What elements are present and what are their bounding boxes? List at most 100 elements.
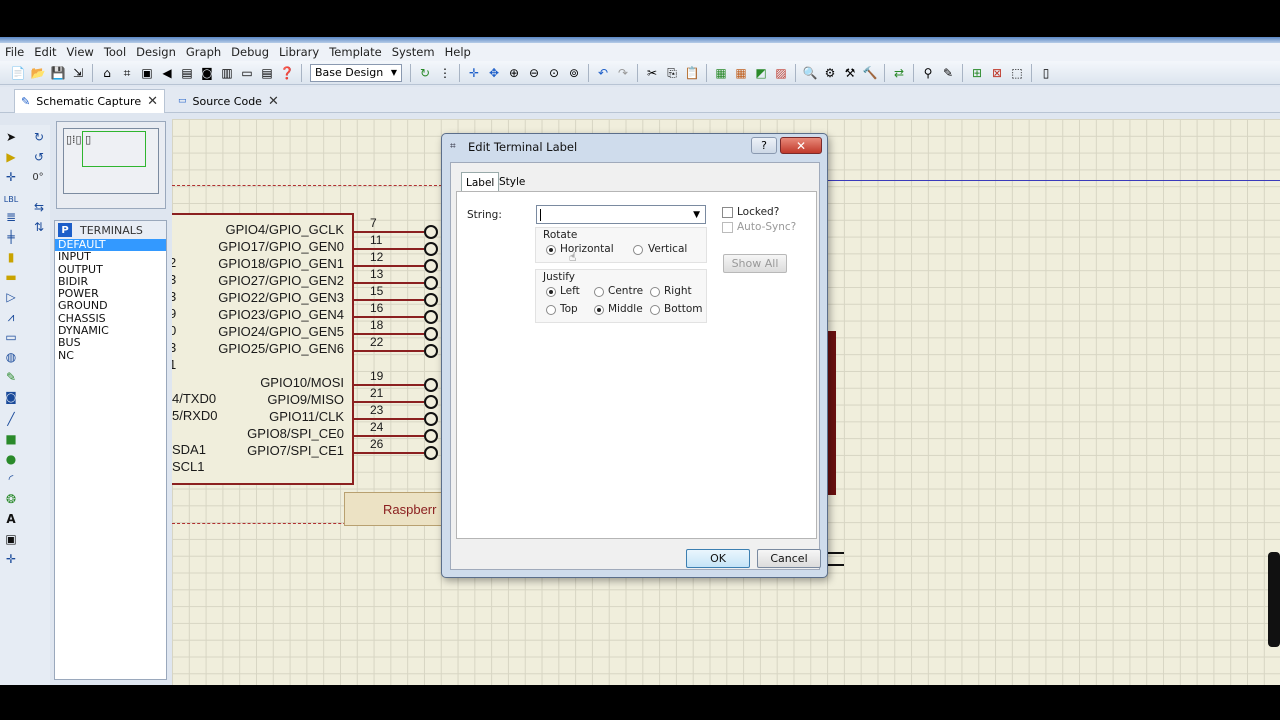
zoom-in-icon[interactable]: ⊕ bbox=[506, 65, 522, 81]
voltage-probe-icon[interactable]: ✎ bbox=[3, 369, 19, 385]
close-button[interactable]: ✕ bbox=[780, 137, 822, 154]
decompose-icon[interactable]: 🔨 bbox=[862, 65, 878, 81]
list-item[interactable]: INPUT bbox=[55, 250, 166, 263]
overview-window[interactable]: ▯⁞▯ ▯ bbox=[56, 121, 166, 209]
tab-schematic-capture[interactable]: ✎ Schematic Capture ✕ bbox=[14, 89, 166, 113]
pin-terminal[interactable] bbox=[424, 259, 438, 273]
pin-terminal[interactable] bbox=[424, 344, 438, 358]
search-tag-icon[interactable]: ⚲ bbox=[920, 65, 936, 81]
pin-terminal[interactable] bbox=[424, 293, 438, 307]
notes-icon[interactable]: ▤ bbox=[259, 65, 275, 81]
library-icon[interactable]: ▥ bbox=[219, 65, 235, 81]
locked-checkbox[interactable] bbox=[722, 207, 733, 218]
radio-centre[interactable] bbox=[594, 287, 604, 297]
pin-terminal[interactable] bbox=[424, 429, 438, 443]
save-icon[interactable]: 💾 bbox=[50, 65, 66, 81]
block-delete-icon[interactable]: ▨ bbox=[773, 65, 789, 81]
pin-terminal[interactable] bbox=[424, 225, 438, 239]
middle-label[interactable]: Middle bbox=[608, 303, 643, 315]
menu-view[interactable]: View bbox=[62, 45, 99, 59]
left-label[interactable]: Left bbox=[560, 285, 580, 297]
wire-autorouter-icon[interactable]: ⇄ bbox=[891, 65, 907, 81]
design-explorer-icon[interactable]: ▭ bbox=[239, 65, 255, 81]
radio-middle[interactable] bbox=[594, 305, 604, 315]
menu-design[interactable]: Design bbox=[131, 45, 181, 59]
pin-terminal[interactable] bbox=[424, 242, 438, 256]
packaging-icon[interactable]: ⚒ bbox=[842, 65, 858, 81]
import-icon[interactable]: ⇲ bbox=[70, 65, 86, 81]
menu-help[interactable]: Help bbox=[440, 45, 476, 59]
pin-terminal[interactable] bbox=[424, 395, 438, 409]
grid-icon[interactable]: ⋮ bbox=[437, 65, 453, 81]
bus-icon[interactable]: ╪ bbox=[3, 229, 19, 245]
locked-label[interactable]: Locked? bbox=[737, 206, 779, 218]
bom-icon[interactable]: ▣ bbox=[139, 65, 155, 81]
pin-terminal[interactable] bbox=[424, 276, 438, 290]
generator-icon[interactable]: ◍ bbox=[3, 349, 19, 365]
junction-icon[interactable]: ✛ bbox=[3, 169, 19, 185]
close-icon[interactable]: ✕ bbox=[268, 94, 279, 109]
netlist-icon[interactable]: ⌗ bbox=[119, 65, 135, 81]
help-icon[interactable]: ❓ bbox=[279, 65, 295, 81]
bottom-label[interactable]: Bottom bbox=[664, 303, 703, 315]
back-icon[interactable]: ◀ bbox=[159, 65, 175, 81]
copy-icon[interactable]: ⎘ bbox=[664, 65, 680, 81]
cut-icon[interactable]: ✂ bbox=[644, 65, 660, 81]
box-icon[interactable]: ■ bbox=[3, 431, 19, 447]
list-item[interactable]: GROUND bbox=[55, 300, 166, 313]
subcircuit-icon[interactable]: ▮ bbox=[3, 249, 19, 265]
zoom-all-icon[interactable]: ⊙ bbox=[546, 65, 562, 81]
block-move-icon[interactable]: ▦ bbox=[733, 65, 749, 81]
pin-terminal[interactable] bbox=[424, 412, 438, 426]
show-all-button[interactable]: Show All bbox=[723, 254, 787, 273]
help-button[interactable]: ? bbox=[751, 137, 777, 154]
pick-device-icon[interactable]: 🔍 bbox=[802, 65, 818, 81]
pin-terminal[interactable] bbox=[424, 310, 438, 324]
refresh-icon[interactable]: ↻ bbox=[417, 65, 433, 81]
ok-button[interactable]: OK bbox=[686, 549, 750, 568]
cancel-button[interactable]: Cancel bbox=[757, 549, 821, 568]
device-pin-icon[interactable]: ▷ bbox=[3, 289, 19, 305]
right-label[interactable]: Right bbox=[664, 285, 692, 297]
virtual-instrument-icon[interactable]: ◙ bbox=[3, 389, 19, 405]
pcb-icon[interactable]: ▤ bbox=[179, 65, 195, 81]
menu-system[interactable]: System bbox=[387, 45, 440, 59]
circle-icon[interactable]: ● bbox=[3, 451, 19, 467]
pin-terminal[interactable] bbox=[424, 378, 438, 392]
rotate-anticlockwise-icon[interactable]: ↺ bbox=[31, 149, 47, 165]
tape-recorder-icon[interactable]: ▭ bbox=[3, 329, 19, 345]
arc-icon[interactable]: ◜ bbox=[3, 471, 19, 487]
mirror-x-icon[interactable]: ⇆ bbox=[31, 199, 47, 215]
pick-badge[interactable]: P bbox=[58, 223, 72, 237]
rotate-clockwise-icon[interactable]: ↻ bbox=[31, 129, 47, 145]
new-sheet-icon[interactable]: ⊞ bbox=[969, 65, 985, 81]
report-icon[interactable]: ▯ bbox=[1038, 65, 1054, 81]
path-icon[interactable]: ❂ bbox=[3, 491, 19, 507]
overview-viewport[interactable] bbox=[82, 131, 146, 167]
parent-sheet-icon[interactable]: ⬚ bbox=[1009, 65, 1025, 81]
close-icon[interactable]: ✕ bbox=[147, 94, 158, 109]
radio-left[interactable] bbox=[546, 287, 556, 297]
tab-style[interactable]: Style bbox=[495, 172, 529, 192]
top-label[interactable]: Top bbox=[560, 303, 578, 315]
design-combo[interactable]: Base Design ▼ bbox=[310, 63, 402, 82]
radio-top[interactable] bbox=[546, 305, 556, 315]
tab-label[interactable]: Label bbox=[461, 172, 500, 192]
menu-graph[interactable]: Graph bbox=[181, 45, 226, 59]
pan-icon[interactable]: ✥ bbox=[486, 65, 502, 81]
text-icon[interactable]: A bbox=[3, 511, 19, 527]
make-device-icon[interactable]: ⚙ bbox=[822, 65, 838, 81]
block-rotate-icon[interactable]: ◩ bbox=[753, 65, 769, 81]
list-item[interactable]: NC bbox=[55, 349, 166, 362]
menu-debug[interactable]: Debug bbox=[226, 45, 274, 59]
vertical-label[interactable]: Vertical bbox=[648, 243, 687, 255]
menu-tool[interactable]: Tool bbox=[99, 45, 131, 59]
chevron-down-icon[interactable]: ▼ bbox=[693, 210, 700, 220]
menu-file[interactable]: File bbox=[0, 45, 29, 59]
tab-source-code[interactable]: ▭ Source Code ✕ bbox=[172, 89, 285, 113]
zoom-out-icon[interactable]: ⊖ bbox=[526, 65, 542, 81]
block-copy-icon[interactable]: ▦ bbox=[713, 65, 729, 81]
graph-icon[interactable]: ⩘ bbox=[3, 309, 19, 325]
mirror-y-icon[interactable]: ⇅ bbox=[31, 219, 47, 235]
chip-caption-box[interactable]: Raspberr bbox=[344, 492, 454, 526]
